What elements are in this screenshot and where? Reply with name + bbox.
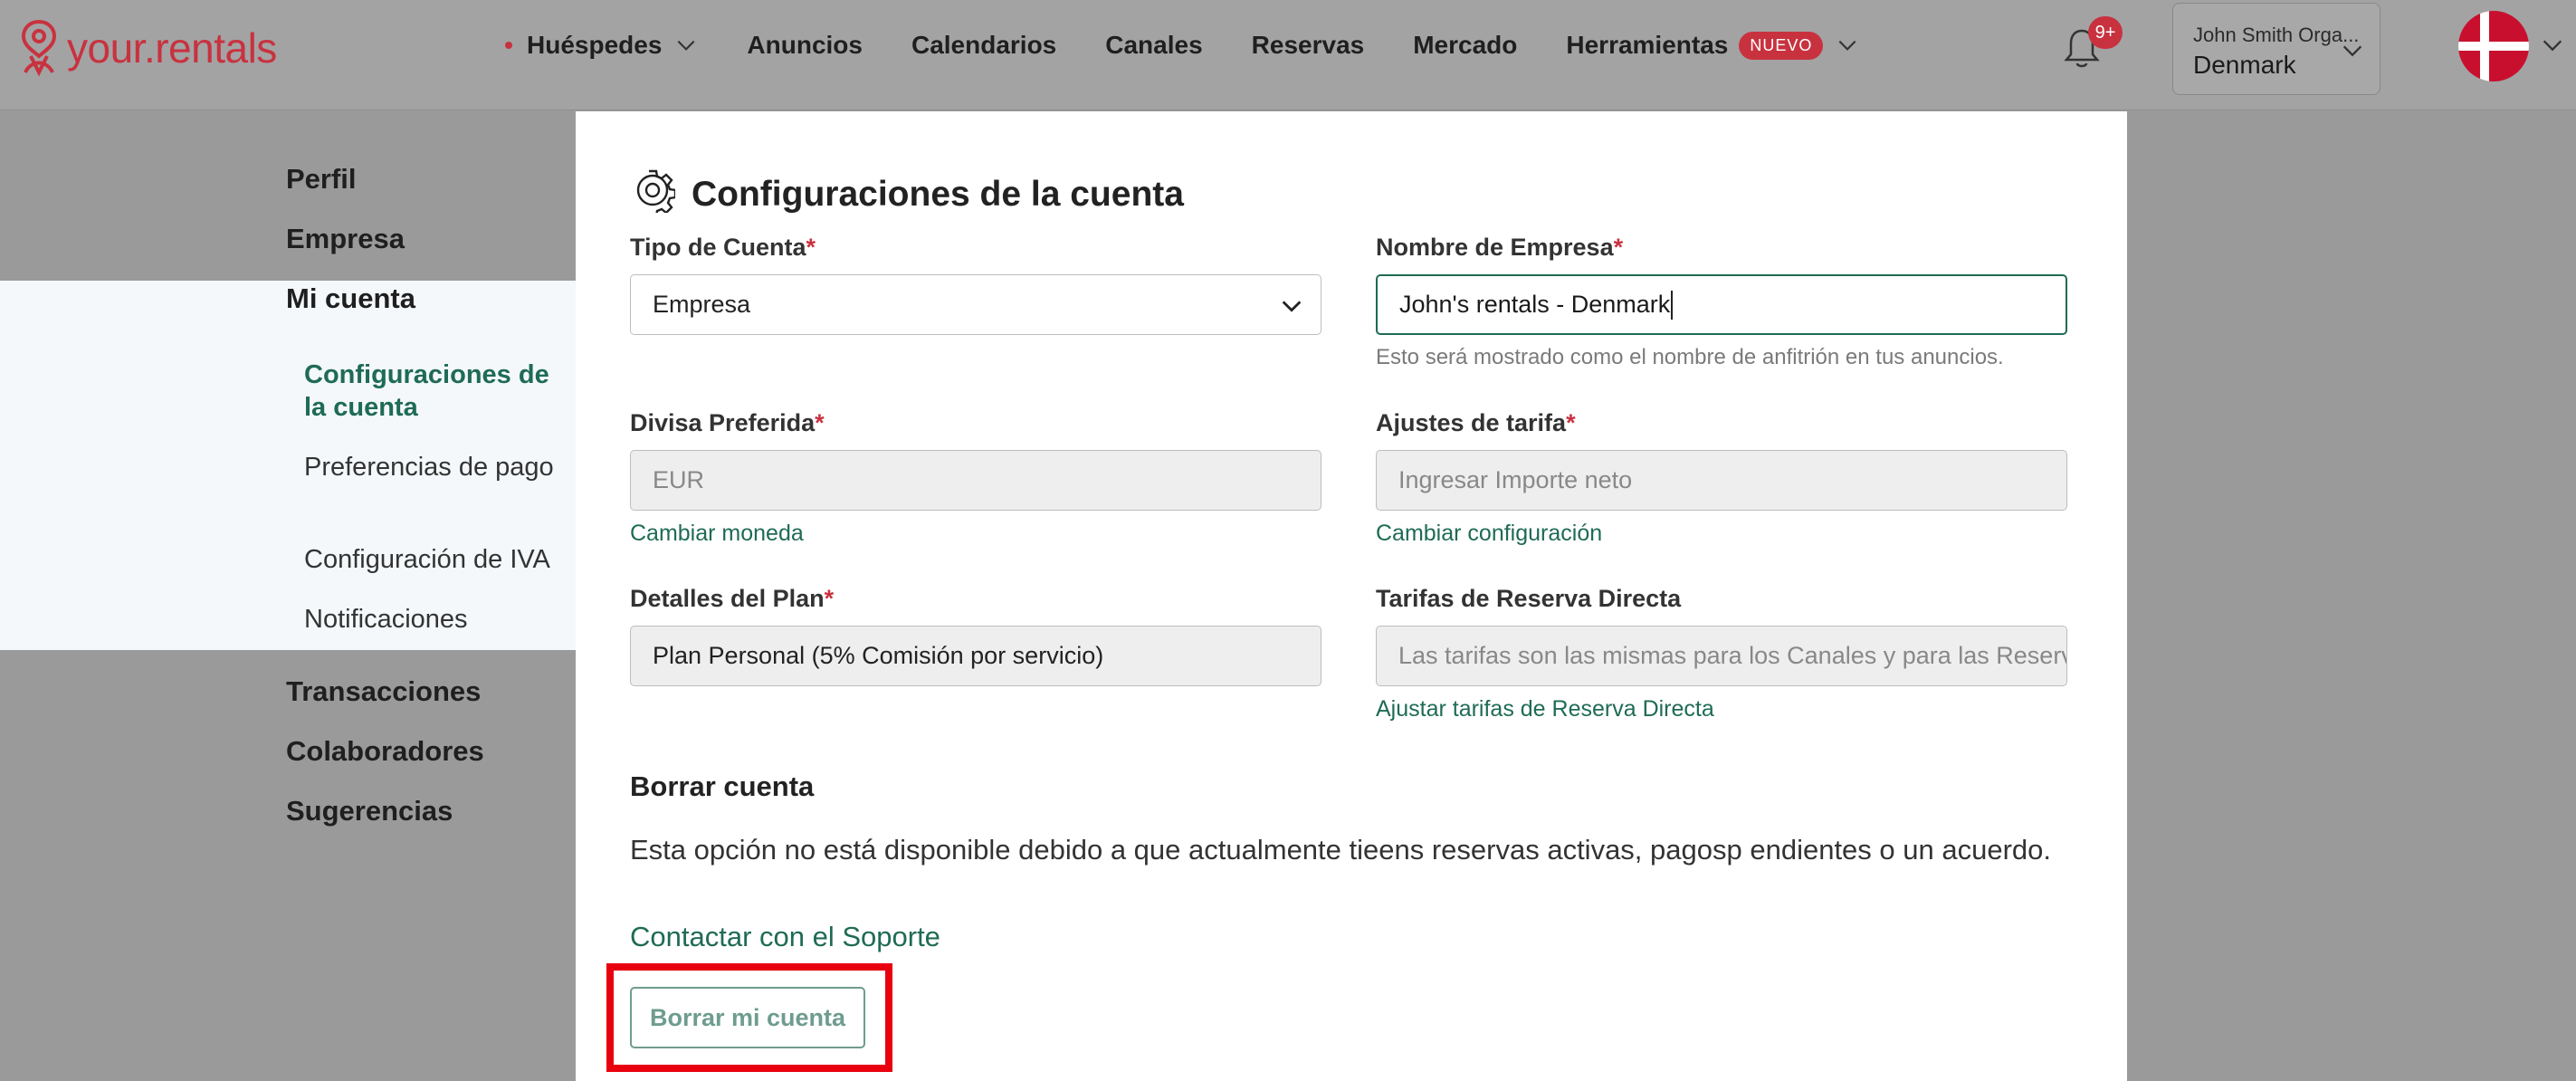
page-title: Configuraciones de la cuenta xyxy=(692,175,1184,214)
currency-value: EUR xyxy=(653,466,705,493)
nav-item-anuncios[interactable]: Anuncios xyxy=(747,31,863,60)
company-name-help-text: Esto será mostrado como el nombre de anf… xyxy=(1376,345,2004,369)
plan-details-label-text: Detalles del Plan xyxy=(630,585,825,612)
delete-account-description: Esta opción no está disponible debido a … xyxy=(630,834,2051,866)
account-type-select[interactable]: Empresa xyxy=(630,274,1321,335)
nav-item-label: Huéspedes xyxy=(527,31,663,59)
direct-rates-value: Las tarifas son las mismas para los Cana… xyxy=(1398,642,2066,669)
sidebar-subitem-notificaciones[interactable]: Notificaciones xyxy=(304,603,567,636)
sidebar-item-mi-cuenta[interactable]: Mi cuenta xyxy=(286,282,415,315)
change-rate-settings-link[interactable]: Cambiar configuración xyxy=(1376,521,1602,547)
text-cursor xyxy=(1671,290,1674,320)
sidebar-item-sugerencias[interactable]: Sugerencias xyxy=(286,795,453,827)
rate-settings-label: Ajustes de tarifa* xyxy=(1376,409,1576,437)
currency-label: Divisa Preferida* xyxy=(630,409,825,437)
required-mark: * xyxy=(824,585,835,612)
gear-icon xyxy=(636,169,675,213)
required-mark: * xyxy=(806,234,816,261)
nav-item-canales[interactable]: Canales xyxy=(1105,31,1202,60)
plan-details-field: Plan Personal (5% Comisión por servicio) xyxy=(630,626,1321,686)
adjust-direct-rates-link[interactable]: Ajustar tarifas de Reserva Directa xyxy=(1376,696,1714,722)
currency-label-text: Divisa Preferida xyxy=(630,409,816,436)
required-mark: * xyxy=(1566,409,1576,436)
sidebar-subitem-preferencias-pago[interactable]: Preferencias de pago xyxy=(304,451,567,483)
denmark-flag-icon xyxy=(2458,11,2529,81)
nav-item-label: Herramientas xyxy=(1566,31,1729,59)
plan-details-label: Detalles del Plan* xyxy=(630,585,834,613)
delete-account-title: Borrar cuenta xyxy=(630,770,815,802)
nav-item-calendarios[interactable]: Calendarios xyxy=(911,31,1056,60)
nav-dot-indicator xyxy=(505,42,512,49)
account-type-value: Empresa xyxy=(653,291,751,318)
chevron-down-icon xyxy=(1282,301,1302,312)
chevron-down-icon xyxy=(1838,40,1856,51)
sidebar-item-perfil[interactable]: Perfil xyxy=(286,163,357,196)
top-navigation-bar: your.rentals Huéspedes Anuncios Calendar… xyxy=(0,0,2576,110)
organization-selector[interactable]: John Smith Orga... Denmark xyxy=(2172,3,2380,95)
plan-details-value: Plan Personal (5% Comisión por servicio) xyxy=(653,642,1104,669)
direct-rates-label: Tarifas de Reserva Directa xyxy=(1376,585,1682,612)
rate-settings-placeholder: Ingresar Importe neto xyxy=(1398,466,1633,493)
annotation-highlight-box xyxy=(606,963,892,1072)
logo-text: your.rentals xyxy=(67,24,277,72)
rate-settings-field: Ingresar Importe neto xyxy=(1376,450,2067,511)
page-header: Configuraciones de la cuenta xyxy=(630,166,1184,215)
required-mark: * xyxy=(1613,234,1624,261)
direct-rates-field: Las tarifas son las mismas para los Cana… xyxy=(1376,626,2067,686)
account-type-label-text: Tipo de Cuenta xyxy=(630,234,806,261)
chevron-down-icon xyxy=(677,40,695,51)
chevron-down-icon[interactable] xyxy=(2540,33,2565,58)
required-mark: * xyxy=(815,409,825,436)
contact-support-link[interactable]: Contactar con el Soporte xyxy=(630,921,940,953)
main-nav: Huéspedes Anuncios Calendarios Canales R… xyxy=(505,0,1908,91)
company-name-label-text: Nombre de Empresa xyxy=(1376,234,1614,261)
sidebar-item-empresa[interactable]: Empresa xyxy=(286,223,405,255)
nav-item-reservas[interactable]: Reservas xyxy=(1252,31,1365,60)
nav-item-mercado[interactable]: Mercado xyxy=(1413,31,1517,60)
user-avatar[interactable] xyxy=(2458,11,2529,81)
rate-settings-label-text: Ajustes de tarifa xyxy=(1376,409,1567,436)
sidebar-item-colaboradores[interactable]: Colaboradores xyxy=(286,735,484,768)
new-badge: NUEVO xyxy=(1739,31,1824,60)
company-name-input[interactable]: John's rentals - Denmark xyxy=(1376,274,2067,335)
account-settings-card: Configuraciones de la cuenta Tipo de Cue… xyxy=(576,111,2127,1081)
currency-field: EUR xyxy=(630,450,1321,511)
account-type-label: Tipo de Cuenta* xyxy=(630,234,816,262)
sidebar-item-transacciones[interactable]: Transacciones xyxy=(286,675,481,708)
company-name-label: Nombre de Empresa* xyxy=(1376,234,1623,262)
location-pin-logo-icon xyxy=(21,19,57,77)
brand-logo[interactable]: your.rentals xyxy=(16,16,277,80)
sidebar-subitem-configuracion-iva[interactable]: Configuración de IVA xyxy=(304,543,576,576)
chevron-down-icon xyxy=(2342,45,2362,57)
change-currency-link[interactable]: Cambiar moneda xyxy=(630,521,804,547)
notification-count-badge: 9+ xyxy=(2088,16,2123,49)
sidebar-subitem-configuraciones[interactable]: Configuraciones de la cuenta xyxy=(304,359,567,424)
nav-item-herramientas[interactable]: Herramientas NUEVO xyxy=(1566,31,1859,60)
nav-item-huespedes[interactable]: Huéspedes xyxy=(505,31,698,60)
company-name-value: John's rentals - Denmark xyxy=(1399,291,1671,318)
